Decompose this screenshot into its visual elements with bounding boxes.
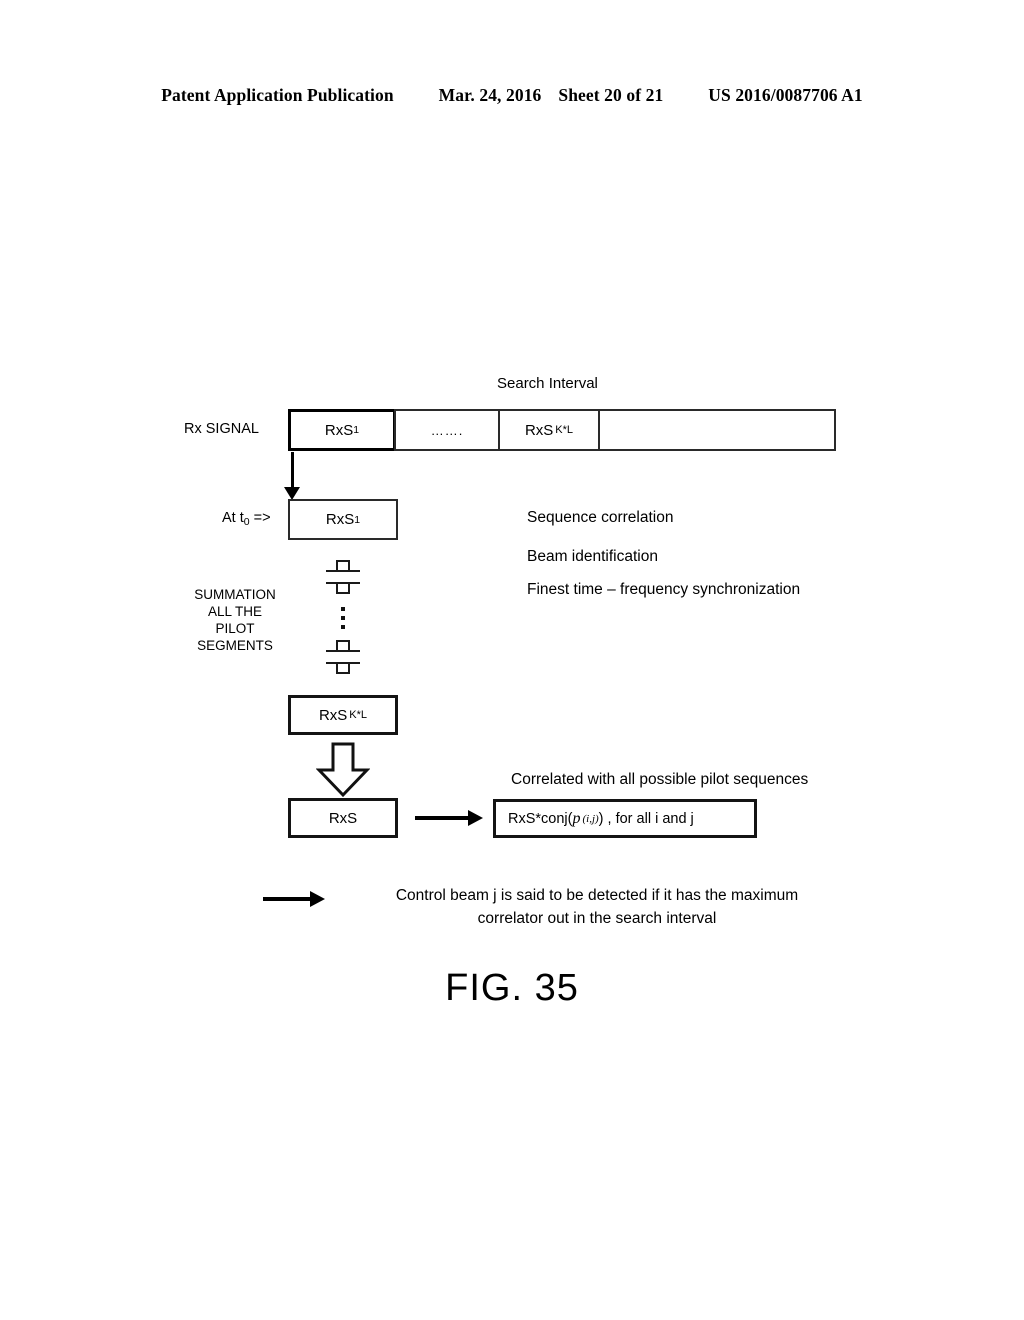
box-rxs: RxS: [288, 798, 398, 838]
arrow-shaft: [263, 897, 313, 901]
plus-cap-bottom: [336, 672, 350, 674]
box-rxskl-sum-base: RxS: [318, 706, 348, 724]
summation-line-3: PILOT: [215, 621, 255, 636]
box-rxskl-sum: RxS K*L: [288, 695, 398, 735]
note-beam-identification: Beam identification: [527, 548, 658, 565]
plus-cap-right: [358, 570, 360, 584]
dot-2: [341, 616, 345, 620]
timeline-box-remainder: [598, 409, 836, 451]
note-correlated-with-pilots: Correlated with all possible pilot seque…: [511, 771, 809, 788]
formula-prefix: RxS*conj(: [508, 810, 573, 827]
formula-superscript: (i,j): [582, 812, 599, 825]
timeline-box-rxskl-sub: K*L: [555, 424, 574, 436]
plus-cap-bottom: [336, 592, 350, 594]
summation-line-1: SUMMATION: [194, 587, 276, 602]
summation-line-4: SEGMENTS: [197, 638, 273, 653]
plus-inner: [338, 652, 348, 662]
at-t0-prefix: At t: [222, 510, 244, 526]
arrow-timeline-to-rxs1: [283, 452, 303, 500]
conclusion-line-2: correlator out in the search interval: [477, 910, 717, 927]
summation-label: SUMMATION ALL THE PILOT SEGMENTS: [160, 586, 310, 654]
conclusion-line-1: Control beam j is said to be detected if…: [395, 887, 799, 904]
plus-cap-top: [336, 640, 350, 642]
arrow-shaft: [291, 452, 294, 488]
at-t0-suffix: =>: [249, 510, 271, 526]
plus-cap-right: [358, 650, 360, 664]
plus-icon-top: [326, 560, 360, 594]
box-rxs-base: RxS: [328, 809, 358, 827]
timeline-box-rxs1-sub: 1: [353, 424, 360, 436]
block-arrow-down-icon: [316, 742, 370, 798]
timeline-box-rxs1-base: RxS: [324, 421, 354, 439]
box-rxskl-sum-sub: K*L: [349, 709, 368, 721]
note-time-frequency-sync: Finest time – frequency synchronization: [527, 581, 801, 598]
plus-cap-left: [326, 570, 328, 584]
box-rxs1-sub: 1: [354, 513, 361, 526]
box-rxs1-base: RxS: [325, 511, 355, 528]
search-interval-label: Search Interval: [497, 375, 598, 392]
timeline-box-rxskl: RxS K*L: [498, 409, 600, 451]
vertical-ellipsis-icon: [340, 607, 346, 629]
summation-line-2: ALL THE: [207, 604, 263, 619]
arrow-head: [310, 891, 325, 907]
arrow-head: [468, 810, 483, 826]
arrow-to-conclusion: [263, 891, 325, 907]
figure-caption: FIG. 35: [445, 967, 579, 1009]
arrow-shaft: [415, 816, 471, 820]
box-rxs1-segment: RxS 1: [288, 499, 398, 540]
arrow-rxs-to-formula: [415, 810, 483, 826]
plus-cap-left: [326, 650, 328, 664]
rx-signal-label: Rx SIGNAL: [184, 421, 259, 437]
formula-suffix: ) , for all i and j: [598, 810, 694, 827]
timeline-box-ellipsis: …….: [394, 409, 500, 451]
plus-icon-bottom: [326, 640, 360, 674]
timeline-box-rxskl-base: RxS: [524, 421, 554, 439]
formula-variable: p: [572, 809, 581, 827]
dot-1: [341, 607, 345, 611]
timeline-box-rxs1: RxS 1: [288, 409, 396, 451]
plus-cap-top: [336, 560, 350, 562]
note-sequence-correlation: Sequence correlation: [527, 509, 674, 526]
plus-inner: [338, 572, 348, 582]
figure-35-diagram: Search Interval Rx SIGNAL RxS 1 ……. RxS K*…: [0, 0, 1024, 1320]
conclusion-text: Control beam j is said to be detected if…: [337, 884, 857, 930]
at-t0-label: At t0 =>: [222, 510, 271, 528]
timeline-box-ellipsis-base: …….: [430, 422, 464, 438]
box-correlation-formula: RxS*conj( p (i,j) ) , for all i and j: [493, 799, 757, 838]
dot-3: [341, 625, 345, 629]
